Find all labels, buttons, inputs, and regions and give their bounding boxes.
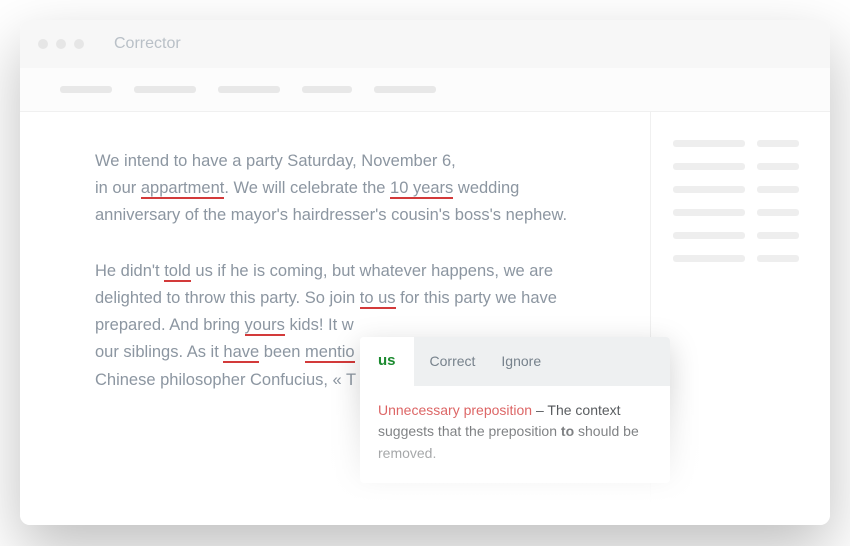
- correct-button[interactable]: Correct: [430, 350, 476, 373]
- sidebar-ph: [757, 140, 799, 147]
- error-10-years[interactable]: 10 years: [390, 179, 453, 199]
- error-told[interactable]: told: [164, 262, 191, 282]
- text: Chinese philosopher Confucius, « T: [95, 371, 356, 389]
- app-window: Corrector We intend to have a party Satu…: [20, 20, 830, 525]
- sidebar-row: [673, 255, 808, 262]
- tooltip-body: Unnecessary preposition – The context su…: [360, 386, 670, 483]
- toolbar-item[interactable]: [218, 86, 280, 93]
- text: delighted to throw this party. So join: [95, 289, 360, 307]
- sidebar-ph: [673, 163, 745, 170]
- text: our siblings. As it: [95, 343, 223, 361]
- sidebar-ph: [673, 255, 745, 262]
- sidebar-row: [673, 209, 808, 216]
- sidebar-row: [673, 163, 808, 170]
- zoom-icon[interactable]: [74, 39, 84, 49]
- editor-area[interactable]: We intend to have a party Saturday, Nove…: [20, 112, 650, 525]
- tooltip-actions: Correct Ignore: [414, 337, 670, 386]
- correction-tooltip: us Correct Ignore Unnecessary prepositio…: [360, 337, 670, 483]
- sidebar-row: [673, 232, 808, 239]
- toolbar-item[interactable]: [60, 86, 112, 93]
- toolbar-item[interactable]: [134, 86, 196, 93]
- toolbar: [20, 68, 830, 112]
- text: for this party we have: [396, 289, 557, 307]
- text: . We will celebrate the: [224, 179, 390, 197]
- text: He didn't: [95, 262, 164, 280]
- sidebar-ph: [673, 232, 745, 239]
- sidebar-ph: [757, 255, 799, 262]
- tooltip-bold-word: to: [561, 423, 574, 439]
- sidebar-ph: [673, 186, 745, 193]
- error-yours[interactable]: yours: [245, 316, 285, 336]
- text: prepared. And bring: [95, 316, 245, 334]
- sidebar-row: [673, 140, 808, 147]
- sidebar-ph: [757, 163, 799, 170]
- sidebar-ph: [673, 209, 745, 216]
- text: us if he is coming, but whatever happens…: [191, 262, 553, 280]
- error-to-us[interactable]: to us: [360, 289, 396, 309]
- tooltip-error-title: Unnecessary preposition: [378, 402, 532, 418]
- error-appartment[interactable]: appartment: [141, 179, 224, 199]
- sidebar-ph: [757, 209, 799, 216]
- error-have[interactable]: have: [223, 343, 259, 363]
- sidebar-row: [673, 186, 808, 193]
- sidebar-ph: [673, 140, 745, 147]
- toolbar-item[interactable]: [374, 86, 436, 93]
- tooltip-header: us Correct Ignore: [360, 337, 670, 386]
- tooltip-suggestion[interactable]: us: [360, 337, 414, 386]
- text: We intend to have a party Saturday, Nove…: [95, 152, 456, 170]
- paragraph: We intend to have a party Saturday, Nove…: [95, 148, 590, 230]
- text: in our: [95, 179, 141, 197]
- sidebar: [650, 112, 830, 525]
- text: –: [532, 402, 547, 418]
- close-icon[interactable]: [38, 39, 48, 49]
- titlebar: Corrector: [20, 20, 830, 68]
- app-title: Corrector: [114, 35, 181, 53]
- error-mentio[interactable]: mentio: [305, 343, 355, 363]
- sidebar-ph: [757, 186, 799, 193]
- ignore-button[interactable]: Ignore: [501, 350, 541, 373]
- body: We intend to have a party Saturday, Nove…: [20, 112, 830, 525]
- toolbar-item[interactable]: [302, 86, 352, 93]
- minimize-icon[interactable]: [56, 39, 66, 49]
- text: been: [259, 343, 305, 361]
- text: wedding: [453, 179, 519, 197]
- window-controls: [38, 39, 84, 49]
- text: anniversary of the mayor's hairdresser's…: [95, 206, 567, 224]
- sidebar-ph: [757, 232, 799, 239]
- text: kids! It w: [285, 316, 354, 334]
